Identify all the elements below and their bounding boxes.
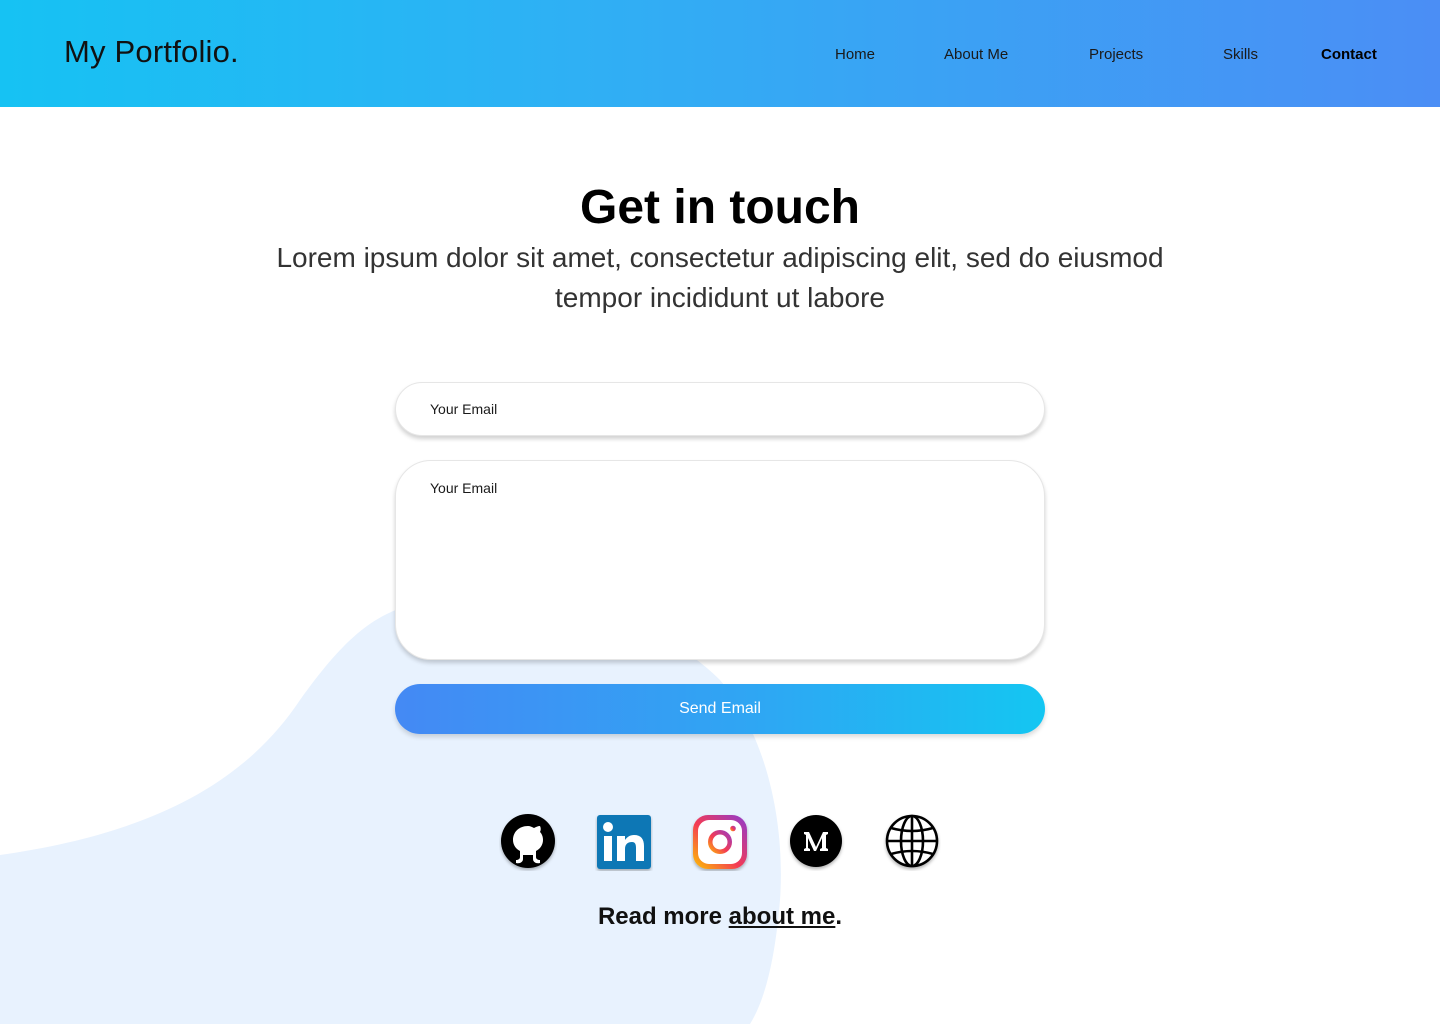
- medium-icon: [790, 815, 842, 867]
- page-subtitle: Lorem ipsum dolor sit amet, consectetur …: [276, 242, 1164, 313]
- top-header: My Portfolio. Home About Me Projects Ski…: [0, 0, 1440, 107]
- nav-item-contact[interactable]: Contact: [1321, 46, 1377, 63]
- linkedin-link[interactable]: [595, 813, 653, 871]
- page-title: Get in touch: [580, 181, 860, 234]
- about-me-link[interactable]: about me: [729, 903, 836, 930]
- send-email-button[interactable]: Send Email: [395, 684, 1045, 734]
- nav-item-about-me[interactable]: About Me: [944, 46, 1008, 63]
- main-nav: Home About Me Projects Skills Contact: [0, 46, 1440, 66]
- read-more-text: Read more about me.: [0, 903, 1440, 931]
- github-link[interactable]: [499, 813, 557, 871]
- contact-page: My Portfolio. Home About Me Projects Ski…: [0, 0, 1440, 1024]
- email-input[interactable]: [395, 382, 1045, 436]
- instagram-icon: [693, 815, 747, 869]
- read-more-prefix: Read more: [597, 903, 729, 930]
- nav-item-projects[interactable]: Projects: [1089, 46, 1143, 63]
- website-link[interactable]: [883, 813, 941, 871]
- nav-item-home[interactable]: Home: [835, 46, 875, 63]
- read-more-suffix: .: [835, 903, 843, 930]
- github-icon: [501, 814, 555, 868]
- medium-link[interactable]: [787, 813, 845, 871]
- instagram-link[interactable]: [691, 813, 749, 871]
- linkedin-icon: [597, 815, 651, 869]
- globe-icon: [885, 814, 939, 868]
- social-links: [0, 813, 1440, 873]
- nav-item-skills[interactable]: Skills: [1223, 46, 1258, 63]
- message-textarea[interactable]: [395, 460, 1045, 660]
